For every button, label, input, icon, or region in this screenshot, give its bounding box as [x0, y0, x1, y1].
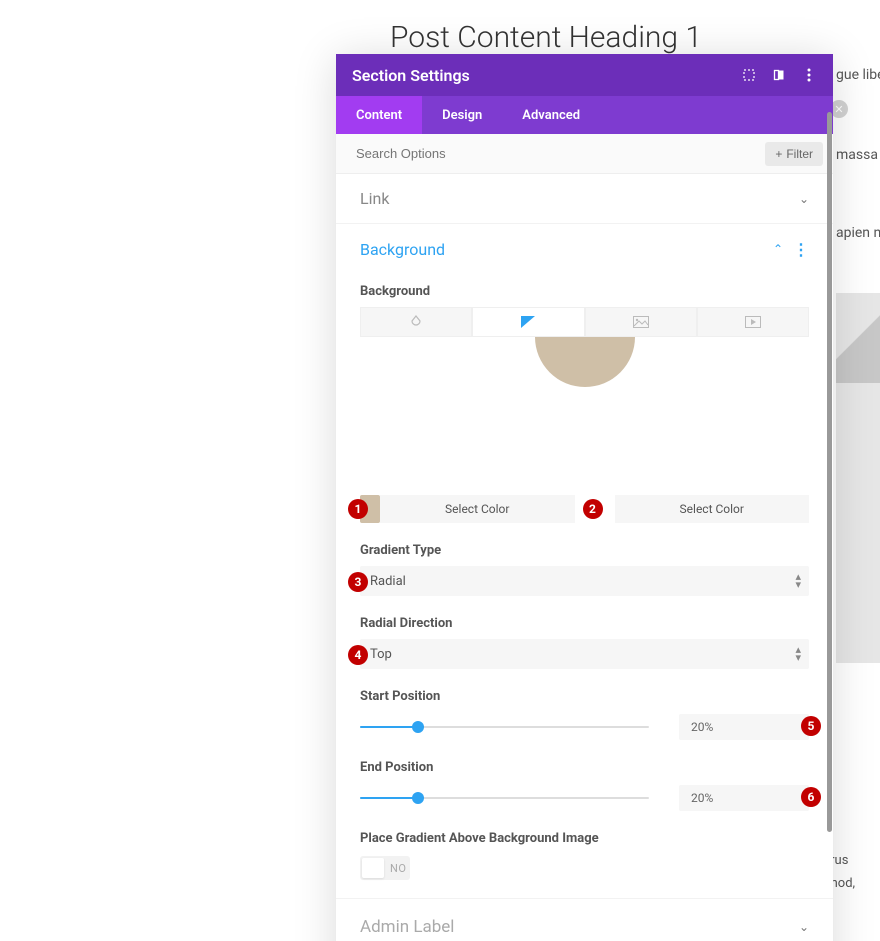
end-position-label: End Position — [360, 760, 809, 775]
end-position-slider[interactable] — [360, 788, 649, 808]
background-panel: Background 1 Select Color — [336, 284, 833, 898]
toggle-state: NO — [390, 862, 406, 875]
annotation-badge-1: 1 — [348, 499, 368, 519]
place-above-label: Place Gradient Above Background Image — [360, 831, 809, 846]
bg-tab-gradient[interactable] — [472, 307, 584, 337]
gradient-preview — [360, 337, 809, 489]
place-above-toggle[interactable]: NO — [360, 856, 410, 880]
gradient-preview-shape — [535, 337, 635, 387]
tab-design[interactable]: Design — [422, 96, 502, 134]
accordion-admin-label[interactable]: Admin Label ⌄ — [336, 898, 833, 941]
plus-icon: + — [775, 147, 782, 161]
filter-label: Filter — [786, 147, 813, 161]
bg-tab-video[interactable] — [697, 307, 809, 337]
search-row: + Filter — [336, 134, 833, 174]
chevron-down-icon: ⌄ — [799, 920, 809, 934]
filter-button[interactable]: + Filter — [765, 142, 823, 166]
bg-type-tabs — [360, 307, 809, 337]
radial-direction-value: Top — [370, 647, 392, 662]
background-text: gue libero. am. — [836, 64, 880, 86]
gradient-type-value: Radial — [370, 574, 406, 589]
chevron-down-icon: ⌄ — [799, 192, 809, 206]
tab-content[interactable]: Content — [336, 96, 422, 134]
modal-titlebar: Section Settings — [336, 54, 833, 96]
annotation-badge-6: 6 — [801, 787, 821, 807]
start-position-label: Start Position — [360, 689, 809, 704]
snap-icon[interactable] — [771, 67, 787, 83]
accordion-background[interactable]: Background ⌃ ⋮ — [336, 224, 833, 274]
bg-tab-color[interactable] — [360, 307, 472, 337]
toggle-knob — [362, 858, 384, 878]
annotation-badge-4: 4 — [348, 645, 368, 665]
tab-advanced[interactable]: Advanced — [502, 96, 600, 134]
bg-tab-image[interactable] — [585, 307, 697, 337]
end-position-value[interactable]: 20% — [679, 785, 809, 811]
background-section-graphic — [836, 293, 880, 663]
bg-label: Background — [360, 284, 809, 299]
select-color-2-button[interactable]: Select Color — [615, 495, 810, 523]
select-caret-icon: ▴▾ — [795, 573, 801, 589]
color-picker-2: 2 Select Color — [595, 495, 810, 523]
color-picker-1: 1 Select Color — [360, 495, 575, 523]
section-settings-modal: Section Settings Content Design Advanced… — [336, 54, 833, 941]
page-title: Post Content Heading 1 — [390, 20, 702, 55]
gradient-type-label: Gradient Type — [360, 543, 809, 558]
modal-scrollbar[interactable] — [827, 112, 832, 832]
more-icon[interactable] — [801, 67, 817, 83]
background-text: massa orci uat. — [836, 144, 880, 166]
chevron-up-icon: ⌃ — [773, 242, 783, 256]
radial-direction-label: Radial Direction — [360, 616, 809, 631]
admin-label-title: Admin Label — [360, 917, 454, 937]
accordion-title: Link — [360, 189, 389, 208]
settings-tabs: Content Design Advanced — [336, 96, 833, 134]
annotation-badge-3: 3 — [348, 572, 368, 592]
select-color-1-button[interactable]: Select Color — [380, 495, 575, 523]
paint-icon — [409, 315, 423, 329]
radial-direction-select[interactable]: 4 Top ▴▾ — [360, 639, 809, 669]
search-input[interactable] — [356, 134, 765, 173]
accordion-link[interactable]: Link ⌄ — [336, 174, 833, 224]
expand-icon[interactable] — [741, 67, 757, 83]
image-icon — [633, 316, 649, 328]
start-position-slider[interactable] — [360, 717, 649, 737]
video-icon — [745, 316, 761, 328]
background-text: apien nisl, rpis. — [836, 222, 880, 244]
annotation-badge-2: 2 — [583, 499, 603, 519]
gradient-icon — [521, 316, 535, 328]
modal-title: Section Settings — [352, 66, 727, 85]
options-icon[interactable]: ⋮ — [793, 240, 809, 259]
accordion-title: Background — [360, 240, 445, 259]
gradient-type-select[interactable]: 3 Radial ▴▾ — [360, 566, 809, 596]
select-caret-icon: ▴▾ — [795, 646, 801, 662]
start-position-value[interactable]: 20% — [679, 714, 809, 740]
annotation-badge-5: 5 — [801, 716, 821, 736]
